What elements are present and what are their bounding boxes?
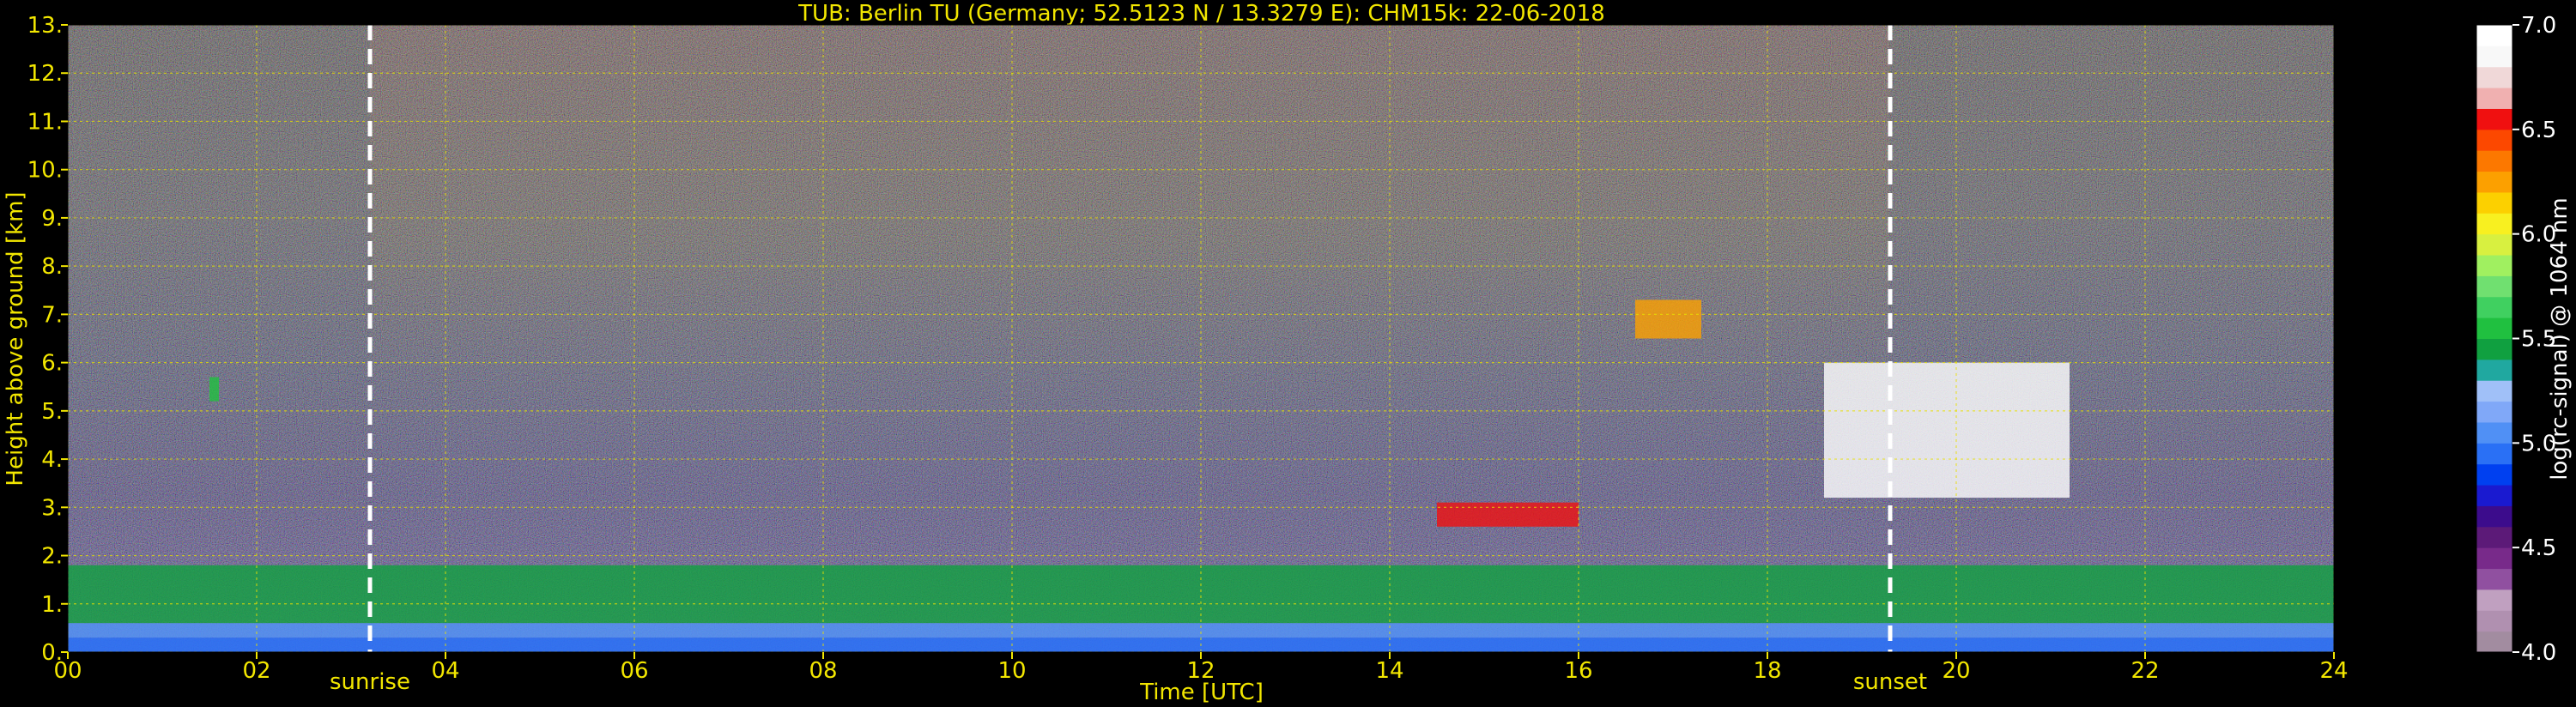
colorbar-swatch [2476, 568, 2512, 590]
signal-layer [1437, 502, 1579, 527]
y-tick-label: 12. [27, 61, 63, 87]
colorbar-tick-label: 4.0 [2521, 640, 2556, 666]
colorbar-swatch [2476, 88, 2512, 109]
colorbar-swatch [2476, 233, 2512, 256]
colorbar-label: log(rc-signal) @ 1064 nm [2547, 197, 2573, 480]
colorbar-swatch [2476, 463, 2512, 486]
colorbar-swatch [2476, 296, 2512, 318]
colorbar-swatch [2476, 505, 2512, 528]
colorbar-swatch [2476, 421, 2512, 444]
signal-layer [1824, 362, 2070, 499]
colorbar-swatch [2476, 610, 2512, 632]
colorbar-swatch [2476, 443, 2512, 465]
y-tick-label: 8. [41, 254, 63, 280]
colorbar-swatch [2476, 526, 2512, 548]
colorbar-swatch [2476, 401, 2512, 423]
colorbar-swatch [2476, 317, 2512, 339]
signal-layer [209, 377, 219, 402]
colorbar-tick-label: 7.0 [2521, 13, 2556, 39]
colorbar-swatch [2476, 66, 2512, 88]
colorbar-swatch [2476, 359, 2512, 381]
y-tick-label: 9. [41, 206, 63, 232]
y-tick-label: 0. [41, 640, 63, 666]
y-tick-label: 6. [41, 351, 63, 377]
colorbar-swatch [2476, 150, 2512, 172]
colorbar-swatch [2476, 171, 2512, 193]
sunset-label: sunset [1853, 669, 1927, 695]
colorbar-swatch [2476, 547, 2512, 570]
y-tick-label: 13. [27, 13, 63, 39]
colorbar-swatch [2476, 108, 2512, 130]
x-tick-label: 14 [1375, 658, 1403, 684]
colorbar-swatch [2476, 45, 2512, 68]
y-tick-label: 7. [41, 302, 63, 328]
x-tick-label: 10 [997, 658, 1026, 684]
colorbar-swatch [2476, 25, 2512, 46]
colorbar-tick-label: 6.5 [2521, 118, 2556, 143]
colorbar-swatch [2476, 255, 2512, 276]
colorbar-swatch [2476, 213, 2512, 235]
x-tick-label: 06 [620, 658, 648, 684]
signal-layer-low [68, 623, 2334, 638]
x-tick-label: 04 [431, 658, 459, 684]
x-tick-label: 08 [809, 658, 837, 684]
x-tick-label: 22 [2131, 658, 2159, 684]
x-axis-label: Time [UTC] [1139, 680, 1264, 705]
colorbar-swatch [2476, 129, 2512, 151]
y-tick-label: 11. [27, 109, 63, 135]
y-tick-label: 1. [41, 592, 63, 618]
y-tick-label: 10. [27, 158, 63, 184]
y-tick-label: 2. [41, 544, 63, 570]
colorbar-swatch [2476, 338, 2512, 360]
sunrise-label: sunrise [330, 669, 410, 695]
colorbar-swatch [2476, 191, 2512, 214]
x-tick-label: 18 [1753, 658, 1781, 684]
y-tick-label: 3. [41, 495, 63, 521]
colorbar-tick-label: 4.5 [2521, 535, 2556, 561]
y-tick-label: 5. [41, 399, 63, 425]
plot-area [68, 25, 2334, 652]
x-tick-label: 24 [2319, 658, 2348, 684]
chart-title: TUB: Berlin TU (Germany; 52.5123 N / 13.… [797, 1, 1605, 27]
y-tick-label: 4. [41, 447, 63, 473]
colorbar-swatch [2476, 275, 2512, 298]
colorbar-swatch [2476, 631, 2512, 653]
x-tick-label: 16 [1564, 658, 1592, 684]
colorbar: 4.04.55.05.56.06.57.0 log(rc-signal) @ 1… [2476, 13, 2573, 666]
y-axis-label: Height above ground [km] [3, 191, 28, 486]
signal-layer [1635, 299, 1701, 339]
x-tick-label: 20 [1942, 658, 1970, 684]
ceilometer-chart: TUB: Berlin TU (Germany; 52.5123 N / 13.… [3, 1, 2573, 705]
x-tick-label: 02 [242, 658, 270, 684]
colorbar-swatch [2476, 485, 2512, 506]
colorbar-swatch [2476, 380, 2512, 402]
colorbar-swatch [2476, 589, 2512, 611]
